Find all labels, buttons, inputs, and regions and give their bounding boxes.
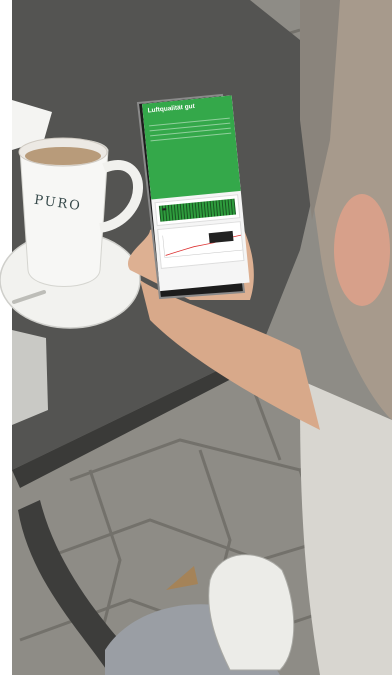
bar-hatch-line xyxy=(221,199,224,216)
line-chart-panel xyxy=(157,221,245,269)
bar-hatch-line xyxy=(173,204,176,221)
bar-hatch-line xyxy=(215,200,218,217)
bar-hatch-line xyxy=(188,202,191,219)
bar-hatch-line xyxy=(200,201,203,218)
bar-hatch-line xyxy=(170,204,173,221)
bar-hatch-line xyxy=(182,203,185,220)
app-header: Luftqualität gut xyxy=(142,95,241,200)
bar-hatch-line xyxy=(185,203,188,220)
bar-hatch-line xyxy=(191,202,194,219)
bar-hatch-line xyxy=(233,198,236,215)
line-chart-tooltip xyxy=(208,230,234,244)
bar-hatch-line xyxy=(209,200,212,217)
bar-hatch-line xyxy=(176,204,179,221)
bar-hatch-line xyxy=(230,198,233,215)
chart-tooltip xyxy=(162,208,167,211)
bar-hatch-line xyxy=(212,200,215,217)
app-title: Luftqualität gut xyxy=(147,102,196,115)
bar-hatch-line xyxy=(206,201,209,218)
bar-hatch-line xyxy=(224,199,227,216)
bar-hatch-line xyxy=(197,202,200,219)
bar-hatch-line xyxy=(158,205,161,222)
photo-scene: PURO Luftqualität gut xyxy=(0,0,392,675)
sneaker xyxy=(208,554,295,671)
bar-hatch-line xyxy=(227,199,230,216)
bar-hatch-line xyxy=(179,203,182,220)
ear xyxy=(334,194,390,306)
sugar-dispenser xyxy=(12,330,48,425)
bar-hatch-line xyxy=(203,201,206,218)
bar-hatch-line xyxy=(194,202,197,219)
bar-hatch-line xyxy=(167,204,170,221)
bar-hatch-line xyxy=(218,200,221,217)
phone-screen: Luftqualität gut xyxy=(142,95,250,292)
